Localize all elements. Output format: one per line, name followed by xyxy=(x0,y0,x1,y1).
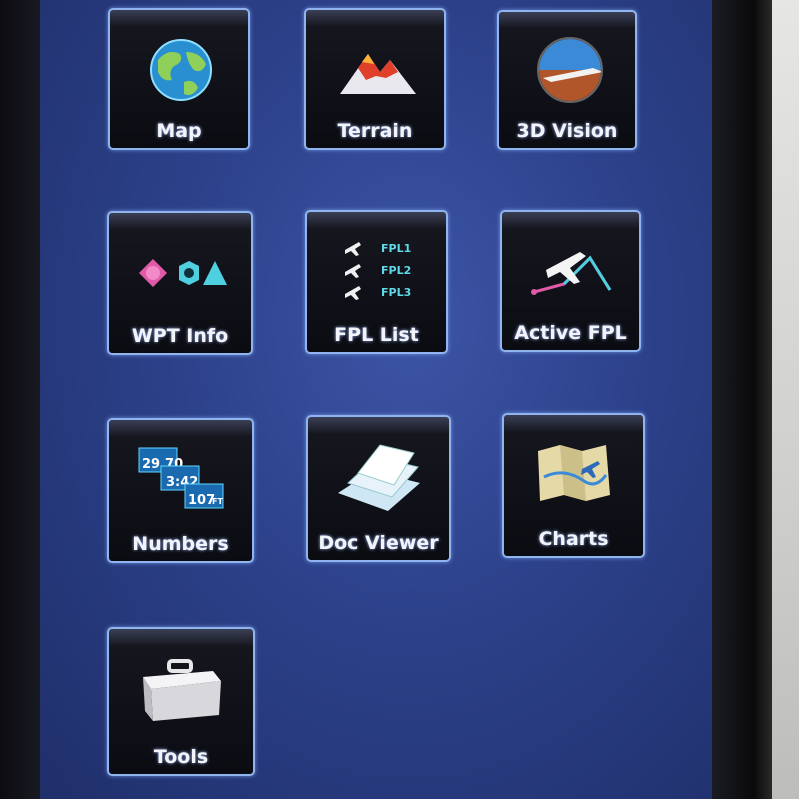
app-tile-charts[interactable]: Charts xyxy=(502,413,645,558)
app-label: Doc Viewer xyxy=(318,532,439,554)
app-tile-3d-vision[interactable]: 3D Vision xyxy=(497,10,637,150)
toolbox-icon xyxy=(143,659,221,721)
flight-plan-list-icon: FPL1 FPL2 FPL3 xyxy=(345,242,411,300)
fpl-item: FPL3 xyxy=(381,286,411,299)
app-label: 3D Vision xyxy=(516,120,618,142)
readout-unit: FT xyxy=(212,497,223,506)
app-tile-doc-viewer[interactable]: Doc Viewer xyxy=(306,415,451,562)
airplane-route-icon xyxy=(531,252,612,295)
app-tile-fpl-list[interactable]: FPL1 FPL2 FPL3 FPL List xyxy=(305,210,448,354)
globe-icon xyxy=(150,39,212,101)
app-label: Charts xyxy=(538,528,609,550)
app-tile-terrain[interactable]: Terrain xyxy=(304,8,446,150)
documents-icon xyxy=(338,444,420,511)
app-label: Terrain xyxy=(337,120,413,142)
app-label: Active FPL xyxy=(514,322,627,344)
app-tile-wpt-info[interactable]: WPT Info xyxy=(107,211,253,355)
app-label: WPT Info xyxy=(131,325,229,347)
fpl-item: FPL1 xyxy=(381,242,411,255)
app-tile-numbers[interactable]: 29.70 3:42 107 FT Numbers xyxy=(107,418,254,563)
app-label: Tools xyxy=(153,746,209,768)
synthetic-vision-icon xyxy=(537,37,603,103)
device-bezel-right xyxy=(712,0,772,799)
app-tile-map[interactable]: Map xyxy=(108,8,250,150)
fpl-item: FPL2 xyxy=(381,264,411,277)
numeric-readouts-icon: 29.70 3:42 107 FT xyxy=(138,447,224,509)
app-label: Numbers xyxy=(132,533,229,555)
device-bezel-left xyxy=(0,0,45,799)
background-wall xyxy=(772,0,799,799)
folded-chart-icon xyxy=(538,445,610,501)
app-label: FPL List xyxy=(334,324,419,346)
app-tile-active-fpl[interactable]: Active FPL xyxy=(500,210,641,352)
mountain-icon xyxy=(340,54,416,94)
waypoint-symbols-icon xyxy=(139,259,227,287)
app-tile-tools[interactable]: Tools xyxy=(107,627,255,776)
app-label: Map xyxy=(156,120,202,142)
